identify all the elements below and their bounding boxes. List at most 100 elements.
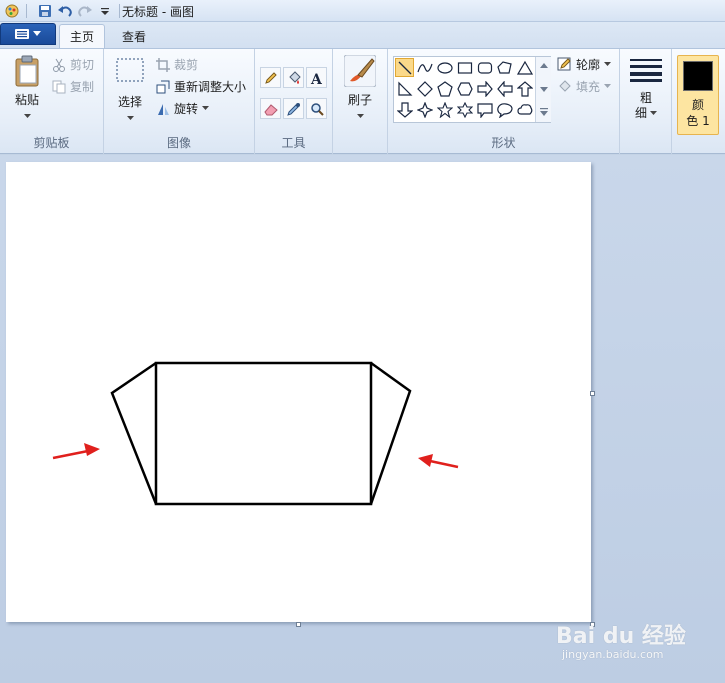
paint-bucket-icon (288, 70, 301, 84)
paint-app-icon[interactable] (4, 3, 20, 19)
chevron-down-icon (23, 114, 31, 118)
crop-button[interactable]: 裁剪 (156, 56, 198, 73)
line-shape[interactable] (395, 58, 414, 77)
pentagon-shape[interactable] (435, 79, 454, 98)
color-picker-tool[interactable] (283, 98, 304, 119)
oval-callout-shape[interactable] (495, 100, 514, 119)
fill-bucket-icon (559, 80, 571, 92)
cloud-callout-shape[interactable] (515, 100, 534, 119)
brushes-button[interactable]: 刷子 (342, 55, 378, 119)
rectangle-shape[interactable] (455, 58, 474, 77)
up-arrow-icon (516, 80, 533, 97)
crop-icon (156, 57, 170, 72)
image-group-label: 图像 (166, 136, 191, 150)
paint-menu-button[interactable] (0, 23, 56, 45)
chevron-down-icon (604, 62, 612, 66)
six-point-star-icon (456, 101, 473, 118)
pencil-tool[interactable] (260, 67, 281, 88)
tools-group-label: 工具 (281, 136, 306, 150)
eraser-icon (263, 103, 278, 115)
right-triangle-shape[interactable] (395, 79, 414, 98)
chevron-down-icon (126, 116, 134, 120)
four-point-star-shape[interactable] (415, 100, 434, 119)
central-rectangle (154, 361, 373, 506)
brushes-group: 刷子 (333, 49, 388, 154)
drawing-content (52, 361, 459, 506)
color1-button[interactable]: 颜 色 1 (677, 55, 719, 135)
watermark-url: jingyan.baidu.com (562, 648, 664, 661)
left-red-arrow (52, 443, 100, 460)
title-bar: 无标题 - 画图 (0, 0, 725, 22)
five-point-star-shape[interactable] (435, 100, 454, 119)
right-arrow-shape[interactable] (475, 79, 494, 98)
brushes-label: 刷子 (347, 93, 372, 107)
undo-icon[interactable] (57, 3, 73, 19)
rect-callout-shape[interactable] (475, 100, 494, 119)
fill-tool[interactable] (283, 67, 304, 88)
chevron-down-icon (33, 31, 41, 36)
left-arrow-shape[interactable] (495, 79, 514, 98)
save-icon[interactable] (37, 3, 53, 19)
menu-icon (15, 29, 29, 39)
paste-button[interactable]: 粘贴 (8, 55, 46, 119)
curve-icon (416, 63, 433, 72)
size-label-line2: 细 (634, 106, 647, 120)
cloud-icon (516, 103, 532, 115)
six-point-star-shape[interactable] (455, 100, 474, 119)
rounded-rectangle-icon (477, 61, 492, 74)
size-button[interactable]: 粗 细 (627, 57, 665, 121)
rotate-button[interactable]: 旋转 (156, 100, 210, 117)
resize-handle-bottom[interactable] (296, 622, 301, 627)
clipboard-group: 粘贴 剪切 复制 剪贴板 (0, 49, 104, 154)
scroll-up-icon[interactable] (537, 59, 551, 73)
shapes-scrollbar[interactable] (535, 57, 551, 122)
resize-button[interactable]: 重新调整大小 (156, 78, 246, 95)
eraser-tool[interactable] (260, 98, 281, 119)
size-group: 粗 细 (620, 49, 672, 154)
watermark-logo: Bai du 经验 (556, 624, 686, 649)
drawing-canvas[interactable] (6, 162, 591, 622)
select-label: 选择 (117, 95, 142, 109)
text-tool[interactable]: A (306, 67, 327, 88)
magnifier-tool[interactable] (306, 98, 327, 119)
diamond-shape[interactable] (415, 79, 434, 98)
line-icon (398, 61, 411, 74)
brush-icon (344, 55, 376, 87)
size-label-line1: 粗 (639, 91, 652, 105)
customize-qat-icon[interactable] (97, 3, 113, 19)
tab-home[interactable]: 主页 (59, 24, 106, 48)
text-a-icon: A (310, 72, 323, 85)
four-point-star-icon (416, 101, 433, 118)
cut-button[interactable]: 剪切 (52, 56, 94, 73)
rotate-icon (158, 103, 169, 115)
tab-view[interactable]: 查看 (112, 24, 156, 48)
oval-callout-icon (496, 102, 513, 118)
copy-button[interactable]: 复制 (52, 78, 94, 95)
scroll-down-icon[interactable] (537, 82, 551, 96)
polygon-icon (496, 60, 512, 74)
selection-rect-icon (116, 58, 144, 82)
left-arrow-icon (496, 80, 513, 97)
triangle-shape[interactable] (515, 58, 534, 77)
resize-handle-right[interactable] (590, 391, 595, 396)
down-arrow-icon (396, 101, 413, 118)
right-red-arrow (418, 454, 459, 469)
curve-shape[interactable] (415, 58, 434, 77)
up-arrow-shape[interactable] (515, 79, 534, 98)
rounded-rectangle-shape[interactable] (475, 58, 494, 77)
left-side-panel (110, 361, 158, 505)
down-arrow-shape[interactable] (395, 100, 414, 119)
rect-callout-icon (476, 102, 493, 118)
polygon-shape[interactable] (495, 58, 514, 77)
select-button[interactable]: 选择 (112, 57, 148, 121)
line-width-icon (630, 59, 662, 82)
diamond-icon (416, 80, 433, 97)
chevron-down-icon (650, 111, 657, 115)
hexagon-shape[interactable] (455, 79, 474, 98)
more-shapes-icon[interactable] (537, 105, 551, 119)
oval-icon (436, 61, 453, 74)
outline-button[interactable]: 轮廓 (557, 56, 612, 73)
oval-shape[interactable] (435, 58, 454, 77)
tools-group: A 工具 (255, 49, 333, 154)
fill-button[interactable]: 填充 (557, 78, 612, 95)
